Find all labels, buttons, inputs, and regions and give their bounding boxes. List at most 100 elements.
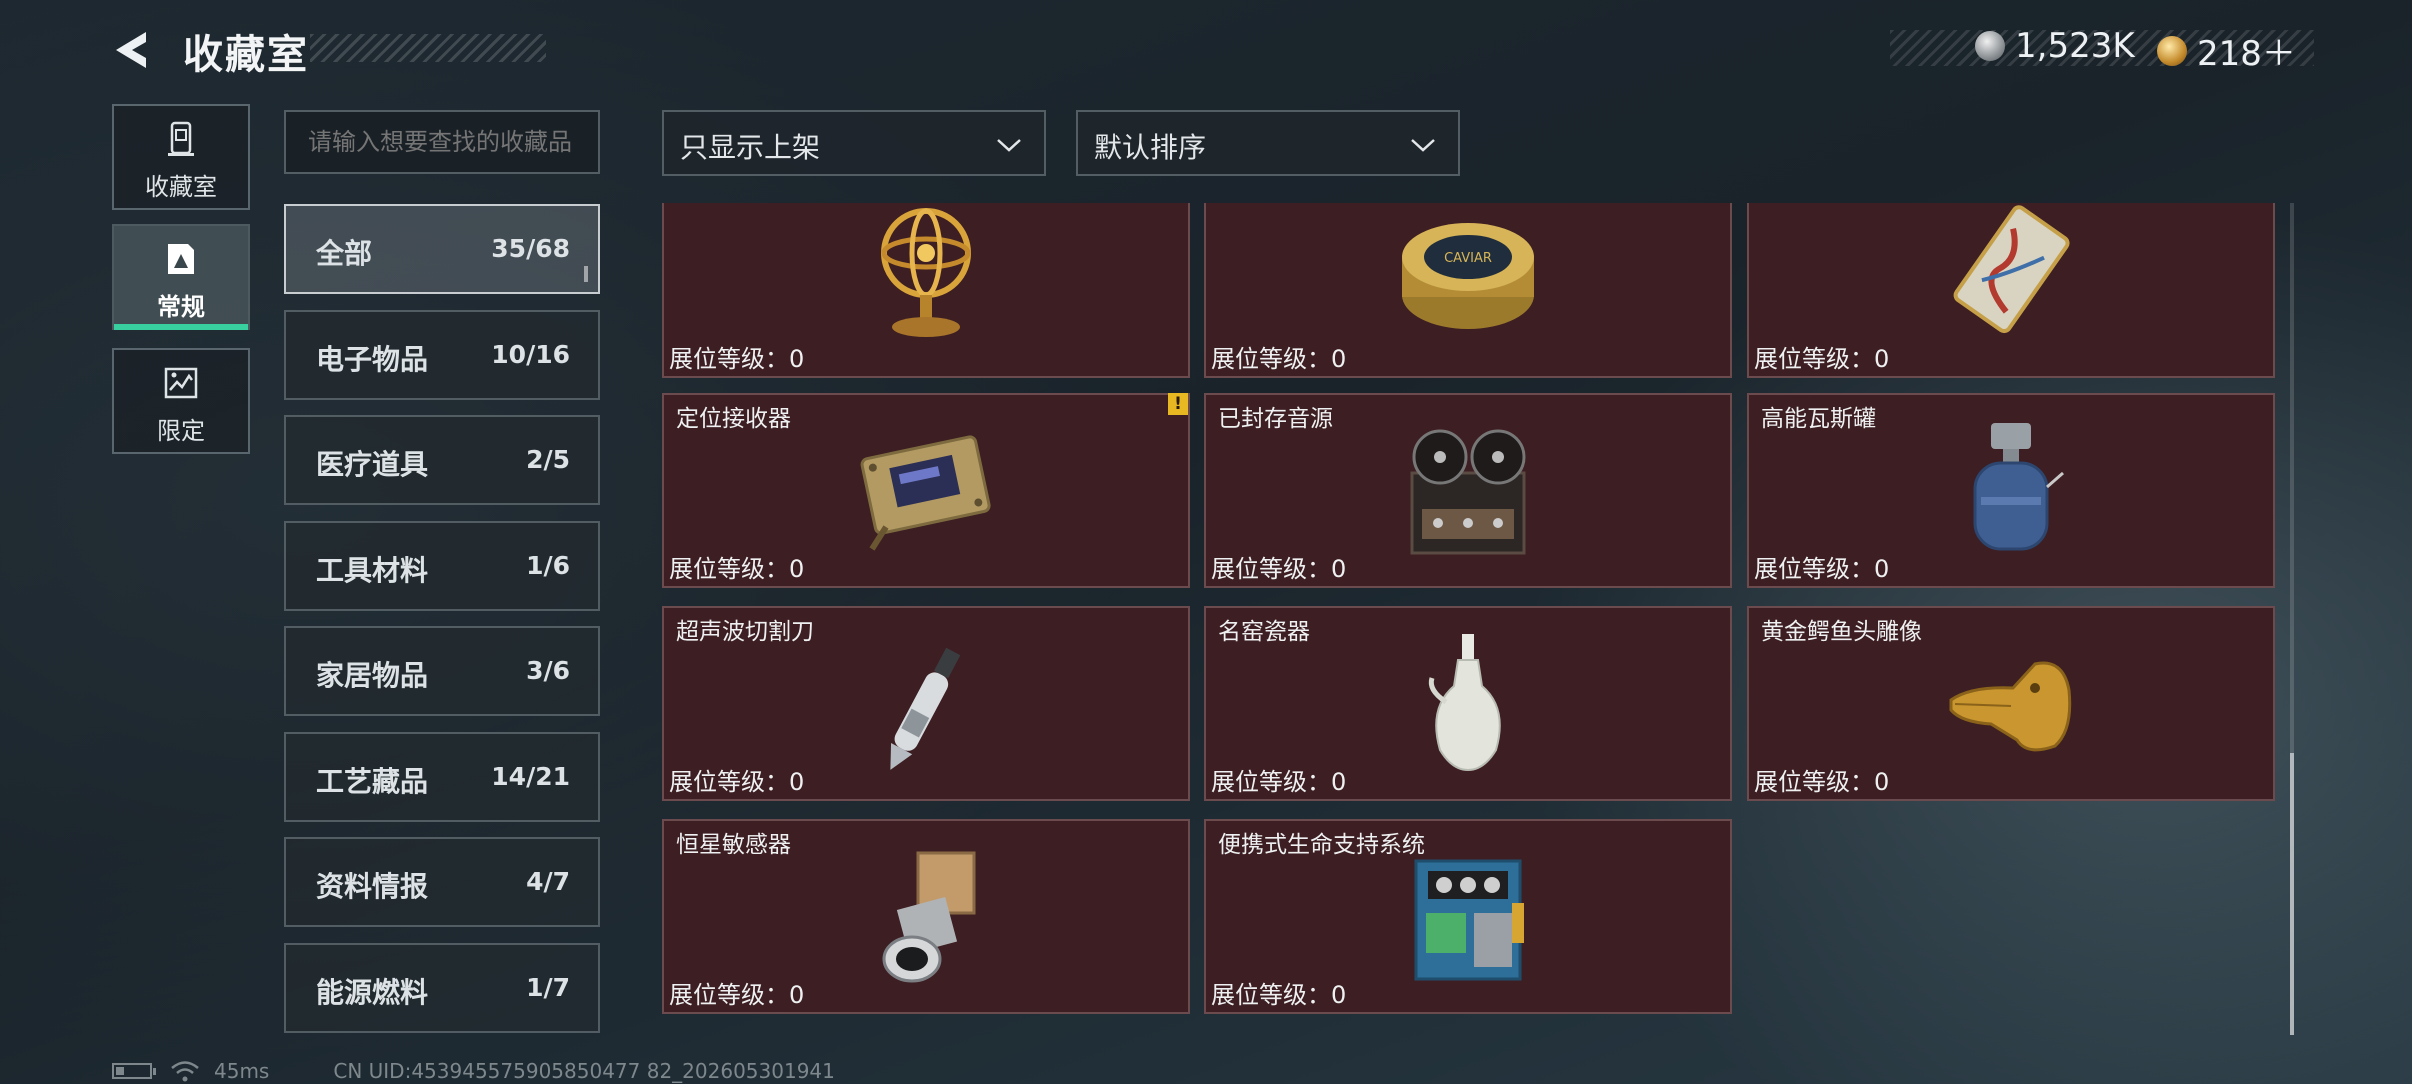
item-name: 黄金鳄鱼头雕像 (1761, 619, 1922, 645)
gold-coin-icon (2157, 35, 2187, 66)
collection-card[interactable]: 名窑瓷器 展位等级：0 (1204, 606, 1732, 801)
collection-card[interactable]: 超声波切割刀 展位等级：0 (662, 606, 1190, 801)
header: 收藏室 1,523K 218＋ (0, 0, 2412, 100)
search-input[interactable] (284, 110, 600, 174)
scrollbar[interactable] (2290, 203, 2294, 1035)
booth-level: 展位等级：0 (1754, 768, 1890, 796)
reel-tape-recorder-icon (1410, 429, 1526, 555)
gold-amount: 218＋ (2197, 34, 2296, 74)
collection-card[interactable]: CAVIAR 展位等级：0 (1204, 203, 1732, 378)
category-medical[interactable]: 医疗道具 2/5 (284, 415, 600, 505)
collection-card[interactable]: 定位接收器 ! 展位等级：0 (662, 393, 1190, 588)
collection-card[interactable]: 便携式生命支持系统 展位等级：0 (1204, 819, 1732, 1014)
category-label: 家居物品 (316, 659, 429, 692)
nav-regular[interactable]: 常规 (112, 224, 250, 330)
category-label: 医疗道具 (316, 448, 429, 481)
nav-label: 限定 (157, 417, 205, 445)
caviar-tin-icon: CAVIAR (1402, 223, 1534, 329)
item-name: 已封存音源 (1218, 406, 1333, 432)
life-support-system-icon (1414, 859, 1524, 981)
gas-canister-icon (1973, 423, 2064, 551)
warning-badge-icon: ! (1168, 393, 1188, 415)
collection-room-icon (168, 121, 194, 156)
booth-level: 展位等级：0 (669, 345, 805, 373)
back-arrow-icon[interactable] (110, 26, 158, 74)
sort-dropdown[interactable]: 默认排序 (1076, 110, 1460, 176)
receiver-device-icon (860, 435, 991, 551)
title-decoration (310, 34, 546, 62)
booth-level: 展位等级：0 (1754, 555, 1890, 583)
porcelain-vase-icon (1428, 634, 1501, 772)
category-label: 工艺藏品 (316, 765, 429, 798)
nav-collection-room[interactable]: 收藏室 (112, 104, 250, 210)
silver-coin-icon (1975, 31, 2005, 61)
category-tools[interactable]: 工具材料 1/6 (284, 521, 600, 611)
category-electronics[interactable]: 电子物品 10/16 (284, 310, 600, 400)
booth-level: 展位等级：0 (1211, 768, 1347, 796)
collection-grid[interactable]: 展位等级：0 CAVIAR 展位等级：0 展位等级：0 定位接收器 ! 展位等级… (660, 203, 2280, 1031)
limited-icon (164, 367, 198, 399)
category-household[interactable]: 家居物品 3/6 (284, 626, 600, 716)
item-name: 名窑瓷器 (1218, 619, 1310, 645)
collection-card[interactable]: 展位等级：0 (1747, 203, 2275, 378)
category-count: 1/7 (526, 973, 570, 1002)
booth-level: 展位等级：0 (669, 768, 805, 796)
collection-card[interactable]: 恒星敏感器 展位等级：0 (662, 819, 1190, 1014)
category-energy[interactable]: 能源燃料 1/7 (284, 943, 600, 1033)
item-name: 超声波切割刀 (676, 619, 814, 645)
booth-level: 展位等级：0 (669, 981, 805, 1009)
nav-label: 常规 (157, 293, 205, 321)
wifi-icon (171, 1061, 199, 1082)
chevron-down-icon (1411, 139, 1435, 152)
category-label: 资料情报 (316, 870, 429, 903)
collection-card[interactable]: 高能瓦斯罐 展位等级：0 (1747, 393, 2275, 588)
page-title: 收藏室 (183, 32, 309, 78)
status-bar: 45ms CN UID:453945575905850477 82_202605… (112, 1058, 835, 1084)
category-label: 电子物品 (316, 343, 429, 376)
armillary-sphere-icon (881, 208, 971, 337)
scrollbar-thumb[interactable] (2290, 753, 2294, 1035)
silver-currency: 1,523K (1975, 26, 2135, 66)
star-sensor-icon (882, 851, 976, 983)
collection-card[interactable]: 已封存音源 展位等级：0 (1204, 393, 1732, 588)
booth-level: 展位等级：0 (1211, 981, 1347, 1009)
category-count: 14/21 (491, 762, 570, 791)
listing-filter-dropdown[interactable]: 只显示上架 (662, 110, 1046, 176)
category-label: 全部 (316, 237, 373, 270)
booth-level: 展位等级：0 (669, 555, 805, 583)
category-label: 能源燃料 (316, 976, 429, 1009)
collection-card[interactable]: 黄金鳄鱼头雕像 展位等级：0 (1747, 606, 2275, 801)
gold-currency[interactable]: 218＋ (2157, 26, 2296, 75)
battery-icon (112, 1063, 156, 1079)
booth-level: 展位等级：0 (1211, 345, 1347, 373)
ultrasonic-knife-icon (890, 647, 961, 770)
category-crafts[interactable]: 工艺藏品 14/21 (284, 732, 600, 822)
collection-card[interactable]: 展位等级：0 (662, 203, 1190, 378)
category-label: 工具材料 (316, 554, 429, 587)
item-name: 恒星敏感器 (676, 832, 791, 858)
category-count: 2/5 (526, 445, 570, 474)
user-uid: CN UID:453945575905850477 82_20260530194… (333, 1059, 835, 1083)
sort-value: 默认排序 (1094, 131, 1207, 164)
category-count: 10/16 (491, 340, 570, 369)
silver-amount: 1,523K (2015, 26, 2135, 66)
category-count: 35/68 (491, 234, 570, 263)
category-all[interactable]: 全部 35/68 (284, 204, 600, 294)
chevron-down-icon (997, 139, 1021, 152)
item-name: 定位接收器 (676, 406, 791, 432)
ornate-card-icon (1953, 205, 2070, 334)
nav-limited[interactable]: 限定 (112, 348, 250, 454)
ping-value: 45ms (214, 1059, 270, 1083)
booth-level: 展位等级：0 (1754, 345, 1890, 373)
category-count: 3/6 (526, 656, 570, 685)
svg-text:CAVIAR: CAVIAR (1444, 251, 1492, 266)
item-name: 高能瓦斯罐 (1761, 406, 1876, 432)
listing-filter-value: 只显示上架 (680, 131, 821, 164)
golden-crocodile-icon (1949, 661, 2072, 752)
nav-label: 收藏室 (145, 173, 217, 201)
category-intel[interactable]: 资料情报 4/7 (284, 837, 600, 927)
regular-icon (168, 244, 194, 274)
category-count: 4/7 (526, 867, 570, 896)
category-count: 1/6 (526, 551, 570, 580)
booth-level: 展位等级：0 (1211, 555, 1347, 583)
